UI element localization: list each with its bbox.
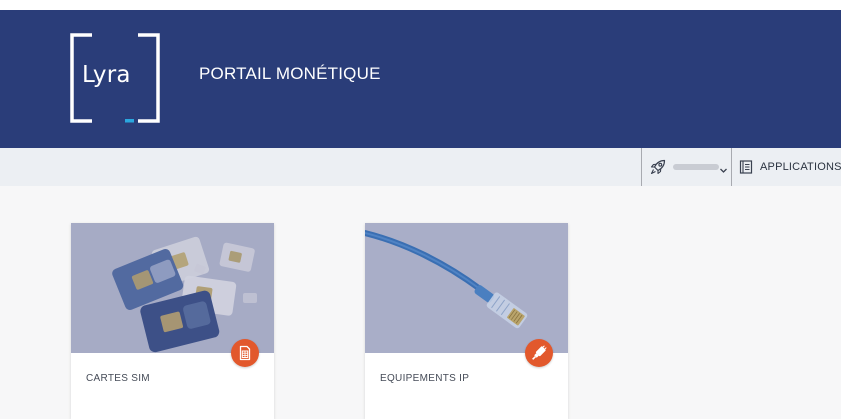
top-toolbar: APPLICATIONS <box>0 148 841 186</box>
lyra-logo[interactable]: Lyra <box>70 33 160 123</box>
ethernet-cable-photo <box>365 223 568 353</box>
user-name <box>673 164 719 170</box>
sim-cards-photo <box>71 223 274 353</box>
card-cartes-sim[interactable]: CARTES SIM <box>71 223 274 419</box>
app-header: Lyra PORTAIL MONÉTIQUE <box>0 0 841 148</box>
applications-menu[interactable]: APPLICATIONS <box>732 148 841 186</box>
card-equipements-ip[interactable]: EQUIPEMENTS IP <box>365 223 568 419</box>
rocket-icon <box>649 158 667 181</box>
book-icon <box>739 160 753 179</box>
card-label: CARTES SIM <box>86 373 150 384</box>
sim-card-icon <box>231 339 259 367</box>
applications-label: APPLICATIONS <box>760 161 841 173</box>
portal-title: PORTAIL MONÉTIQUE <box>199 64 381 83</box>
logo-text: Lyra <box>82 62 131 88</box>
plug-icon <box>525 339 553 367</box>
card-label: EQUIPEMENTS IP <box>380 373 470 384</box>
header-top-band <box>0 0 841 10</box>
chevron-down-icon <box>719 162 728 180</box>
user-menu-dropdown[interactable] <box>642 148 731 186</box>
